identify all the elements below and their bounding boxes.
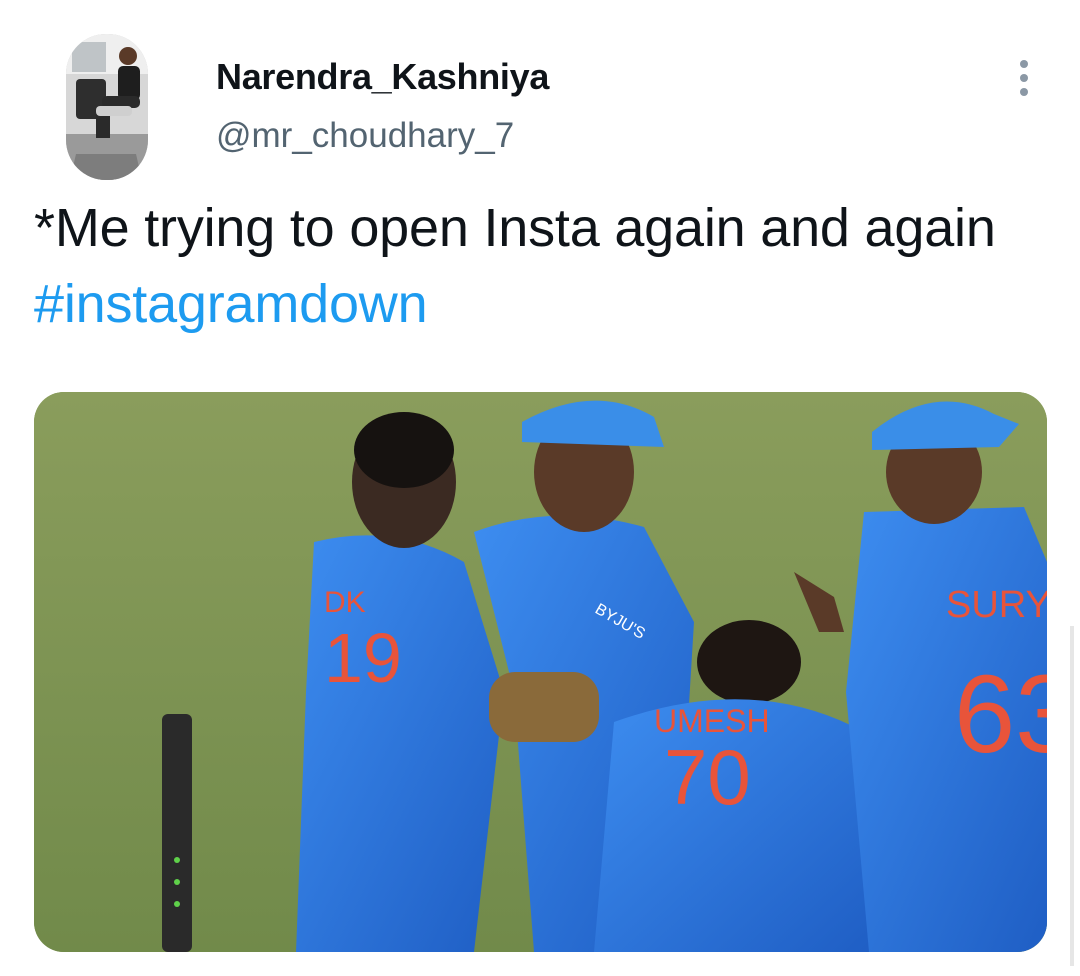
jersey-number-63: 63 (954, 653, 1047, 776)
jersey-number-70: 70 (664, 733, 751, 821)
more-options-button[interactable] (1006, 56, 1042, 100)
tweet-text: *Me trying to open Insta again and again… (34, 190, 1044, 342)
scrollbar-track[interactable] (1070, 626, 1074, 966)
author-handle[interactable]: @mr_choudhary_7 (216, 116, 514, 156)
jersey-name-dk: DK (324, 586, 366, 619)
author-avatar[interactable] (66, 34, 148, 180)
author-display-name[interactable]: Narendra_Kashniya (216, 56, 549, 98)
jersey-number-19: 19 (324, 619, 402, 697)
tweet-card: Narendra_Kashniya @mr_choudhary_7 *Me tr… (0, 0, 1080, 976)
tweet-media-image[interactable]: 19 DK BYJU'S UMESH 70 SURYA 63 (34, 392, 1047, 952)
cricket-players-photo: 19 DK BYJU'S UMESH 70 SURYA 63 (34, 392, 1047, 952)
vertical-ellipsis-icon (1020, 60, 1028, 96)
tweet-text-body: *Me trying to open Insta again and again (34, 198, 996, 258)
hashtag-link[interactable]: #instagramdown (34, 274, 428, 334)
jersey-name-surya: SURYA (946, 584, 1047, 626)
profile-photo-icon (66, 34, 148, 180)
